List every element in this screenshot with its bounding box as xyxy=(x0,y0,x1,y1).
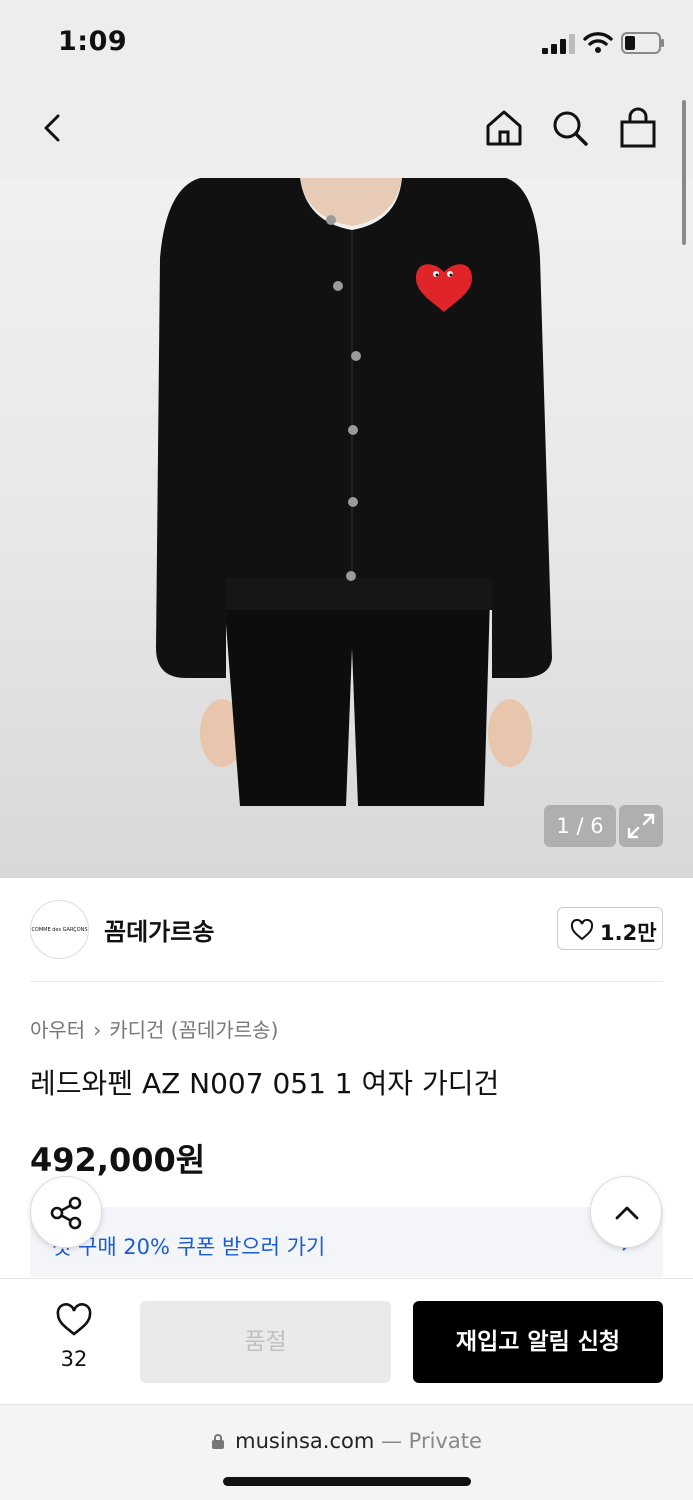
private-mode-label: — Private xyxy=(380,1429,482,1453)
url-display[interactable]: musinsa.com — Private xyxy=(0,1429,693,1453)
battery-icon xyxy=(621,32,664,54)
image-counter: 1 / 6 xyxy=(544,805,616,847)
browser-url-bar[interactable]: musinsa.com — Private xyxy=(0,1404,693,1500)
brand-logo[interactable]: COMME des GARÇONS xyxy=(30,900,89,959)
scroll-top-button[interactable] xyxy=(590,1176,662,1248)
restock-alert-button[interactable]: 재입고 알림 신청 xyxy=(413,1301,663,1383)
product-price: 492,000원 xyxy=(30,1141,206,1179)
breadcrumb-subcategory[interactable]: 카디건 (꼼데가르송) xyxy=(109,1018,278,1042)
wishlist-count: 32 xyxy=(60,1347,88,1371)
page-scrollbar[interactable] xyxy=(682,100,686,245)
breadcrumb: 아우터 › 카디건 (꼼데가르송) xyxy=(30,1014,278,1043)
back-icon[interactable] xyxy=(30,106,74,150)
share-button[interactable] xyxy=(30,1176,102,1248)
search-icon[interactable] xyxy=(548,106,592,150)
home-indicator[interactable] xyxy=(223,1477,471,1486)
brand-like-count: 1.2만 xyxy=(600,921,657,945)
product-image-gallery[interactable]: 1 / 6 xyxy=(0,178,693,878)
chevron-up-icon xyxy=(615,1206,639,1220)
wishlist-button[interactable]: 32 xyxy=(48,1303,100,1383)
chevron-right-icon: › xyxy=(93,1018,102,1042)
cellular-signal-icon xyxy=(542,34,575,54)
product-title: 레드와펜 AZ N007 051 1 여자 가디건 xyxy=(30,1067,500,1100)
product-photo xyxy=(156,178,552,806)
heart-icon xyxy=(56,1303,92,1336)
brand-like-button[interactable]: 1.2만 xyxy=(557,907,663,950)
bottom-action-bar: 32 품절 재입고 알림 신청 xyxy=(0,1278,693,1404)
brand-row[interactable]: COMME des GARÇONS 꼼데가르송 1.2만 xyxy=(0,878,693,982)
breadcrumb-category[interactable]: 아우터 xyxy=(30,1018,85,1042)
lock-icon xyxy=(212,1434,225,1449)
share-icon xyxy=(50,1196,82,1230)
shopping-bag-icon[interactable] xyxy=(616,106,660,150)
url-text: musinsa.com xyxy=(235,1429,375,1453)
heart-icon xyxy=(570,919,594,941)
home-icon[interactable] xyxy=(482,106,526,150)
wifi-icon xyxy=(583,32,613,53)
brand-name[interactable]: 꼼데가르송 xyxy=(104,912,214,947)
soldout-button[interactable]: 품절 xyxy=(140,1301,391,1383)
status-time: 1:09 xyxy=(58,26,128,57)
divider xyxy=(30,981,663,982)
status-bar: 1:09 xyxy=(0,0,693,88)
coupon-banner[interactable]: 첫 구매 20% 쿠폰 받으러 가기 xyxy=(30,1207,663,1277)
top-nav xyxy=(0,88,693,178)
expand-icon[interactable] xyxy=(619,805,663,847)
